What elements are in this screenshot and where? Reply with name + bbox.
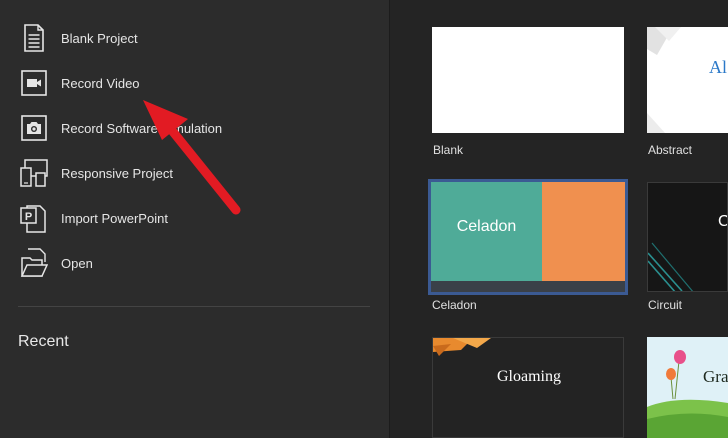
responsive-project-label: Responsive Project xyxy=(61,165,173,181)
video-camera-icon xyxy=(20,68,48,98)
import-powerpoint-button[interactable]: P Import PowerPoint xyxy=(20,201,370,235)
template-celadon-caption: Celadon xyxy=(432,298,477,312)
blank-project-button[interactable]: Blank Project xyxy=(20,21,370,55)
template-abstract[interactable]: Al Abstract xyxy=(647,27,728,159)
template-gallery: Blank Al Abstract Celadon Celadon Circui… xyxy=(390,0,728,438)
folder-open-icon xyxy=(20,248,48,278)
start-menu-panel: Blank Project Record Video Record Softwa… xyxy=(0,0,390,438)
document-lines-icon xyxy=(20,23,48,53)
record-video-button[interactable]: Record Video xyxy=(20,66,370,100)
recent-heading: Recent xyxy=(18,333,69,350)
template-blank-thumbnail xyxy=(432,27,624,133)
template-circuit[interactable]: C Circuit xyxy=(647,182,728,314)
template-grass[interactable]: Gra xyxy=(647,337,728,438)
menu-divider xyxy=(18,306,370,307)
template-blank[interactable]: Blank xyxy=(432,27,624,159)
template-circuit-caption: Circuit xyxy=(648,298,683,312)
template-blank-caption: Blank xyxy=(433,143,464,157)
gloaming-decoration xyxy=(433,338,491,356)
gloaming-thumb-text: Gloaming xyxy=(497,368,561,385)
powerpoint-icon: P xyxy=(20,203,48,233)
abstract-thumb-text: Al xyxy=(709,57,727,77)
template-circuit-thumbnail: C xyxy=(647,182,728,292)
open-button[interactable]: Open xyxy=(20,246,370,280)
responsive-project-button[interactable]: Responsive Project xyxy=(20,156,370,190)
celadon-thumb-text: Celadon xyxy=(456,218,517,235)
circuit-decoration xyxy=(648,242,694,291)
abstract-decoration xyxy=(647,27,681,133)
responsive-devices-icon xyxy=(20,158,48,188)
template-abstract-thumbnail: Al xyxy=(647,27,728,133)
record-video-label: Record Video xyxy=(61,75,140,91)
template-grass-thumbnail: Gra xyxy=(647,337,728,438)
template-abstract-caption: Abstract xyxy=(648,143,693,157)
photo-camera-icon xyxy=(20,113,48,143)
record-software-simulation-label: Record Software Simulation xyxy=(61,120,223,136)
grass-decoration xyxy=(647,350,728,438)
open-label: Open xyxy=(61,255,93,271)
blank-project-label: Blank Project xyxy=(61,30,138,46)
grass-thumb-text: Gra xyxy=(703,367,728,386)
template-gloaming[interactable]: Gloaming xyxy=(432,337,624,438)
record-software-simulation-button[interactable]: Record Software Simulation xyxy=(20,111,370,145)
template-celadon-thumbnail: Celadon xyxy=(428,179,628,295)
celadon-footer-band xyxy=(431,281,625,292)
template-celadon[interactable]: Celadon Celadon xyxy=(428,179,628,314)
template-gloaming-thumbnail: Gloaming xyxy=(432,337,624,438)
celadon-orange-block xyxy=(542,182,625,281)
svg-text:P: P xyxy=(25,211,32,223)
circuit-thumb-text: C xyxy=(718,213,727,231)
import-powerpoint-label: Import PowerPoint xyxy=(61,210,168,226)
